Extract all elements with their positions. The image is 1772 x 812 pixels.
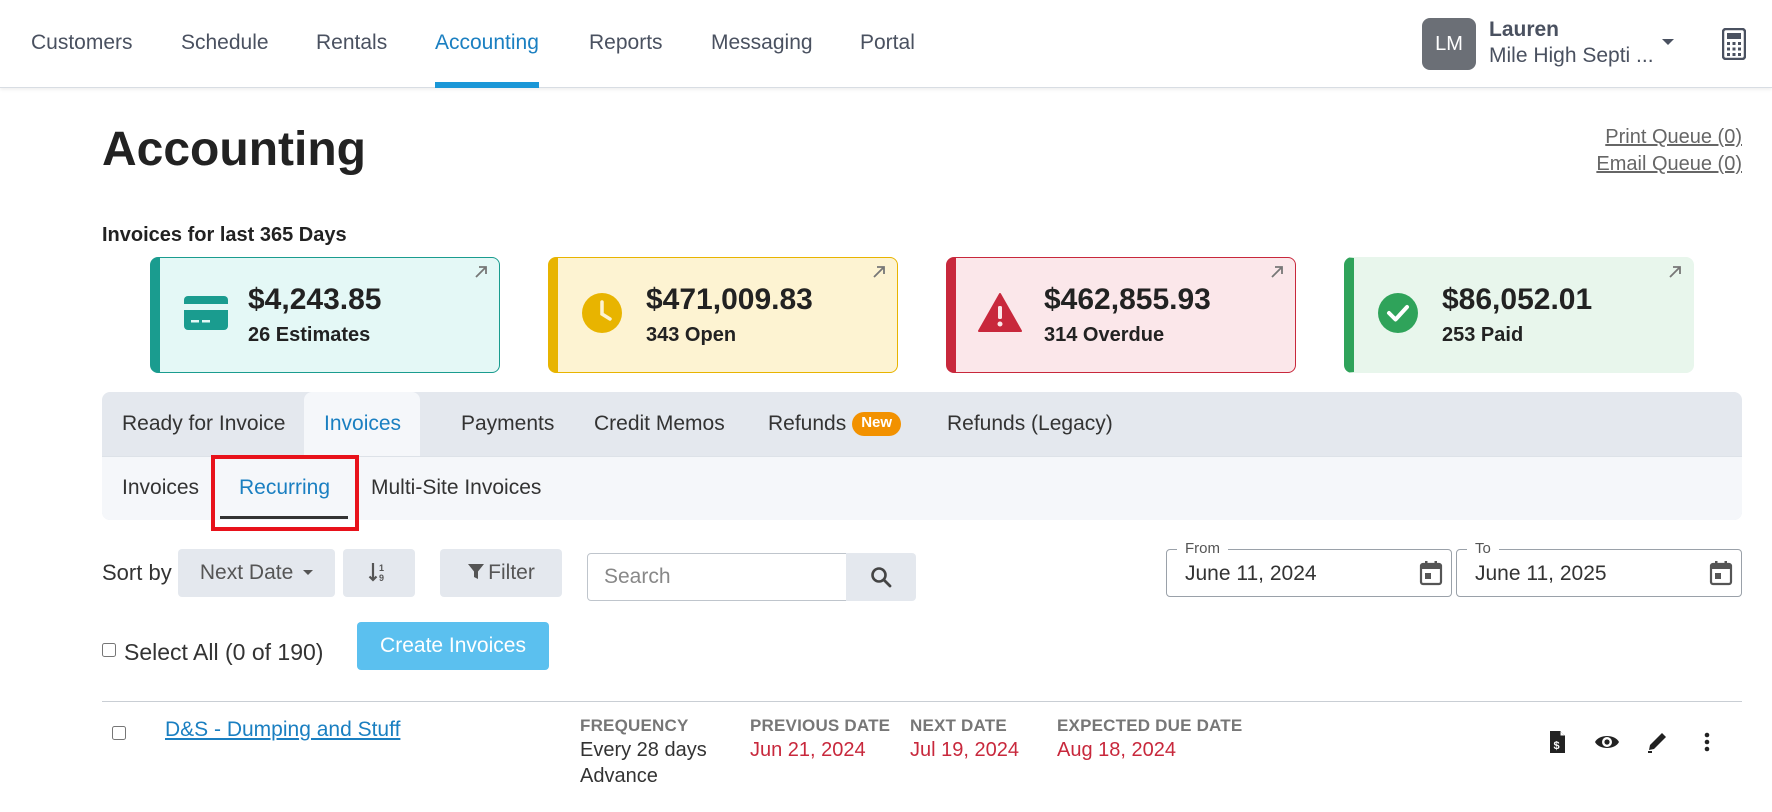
caret-down-icon [303, 570, 314, 575]
clock-icon [582, 293, 622, 333]
to-date-value: June 11, 2025 [1475, 562, 1607, 585]
print-queue-link[interactable]: Print Queue (0) [1605, 126, 1742, 149]
customer-link[interactable]: D&S - Dumping and Stuff [165, 718, 400, 742]
nav-customers[interactable]: Customers [31, 0, 133, 88]
warning-icon [978, 293, 1022, 332]
eye-icon[interactable] [1594, 730, 1620, 754]
sort-value: Next Date [199, 561, 294, 584]
from-label: From [1177, 540, 1228, 557]
frequency-mode: Advance [580, 765, 658, 787]
overdue-count: 314 Overdue [1044, 324, 1165, 346]
expand-arrow-icon[interactable] [1667, 264, 1683, 280]
expected-due-date-value: Aug 18, 2024 [1057, 739, 1176, 761]
subtab-multi-site-invoices[interactable]: Multi-Site Invoices [371, 457, 541, 520]
from-date-field[interactable]: From June 11, 2024 [1166, 540, 1452, 597]
sort-direction-button[interactable]: 1 9 [343, 549, 415, 597]
row-checkbox[interactable] [112, 726, 126, 740]
open-card[interactable]: $471,009.83 343 Open [548, 257, 898, 373]
new-badge: New [852, 412, 902, 436]
chevron-down-icon[interactable] [1662, 39, 1674, 45]
tab-invoices[interactable]: Invoices [304, 392, 420, 456]
calendar-icon[interactable] [1709, 560, 1733, 586]
to-label: To [1467, 540, 1499, 557]
paid-count: 253 Paid [1442, 324, 1524, 346]
svg-text:$: $ [1554, 740, 1560, 752]
tab-refunds-legacy[interactable]: Refunds (Legacy) [927, 392, 1133, 456]
nav-portal[interactable]: Portal [860, 0, 915, 88]
tab-ready-for-invoice[interactable]: Ready for Invoice [102, 392, 305, 456]
overdue-card[interactable]: $462,855.93 314 Overdue [946, 257, 1296, 373]
select-all-checkbox[interactable] [102, 643, 116, 657]
credit-card-icon [184, 296, 228, 330]
estimates-card[interactable]: $4,243.85 26 Estimates [150, 257, 500, 373]
expected-due-date-header: EXPECTED DUE DATE [1057, 716, 1243, 735]
estimates-amount: $4,243.85 [248, 283, 382, 316]
open-count: 343 Open [646, 324, 737, 346]
expand-arrow-icon[interactable] [871, 264, 887, 280]
nav-schedule[interactable]: Schedule [181, 0, 269, 88]
frequency-value: Every 28 days [580, 739, 707, 761]
more-vertical-icon[interactable] [1694, 730, 1720, 754]
email-queue-link[interactable]: Email Queue (0) [1596, 153, 1742, 176]
filter-label: Filter [488, 561, 535, 584]
open-amount: $471,009.83 [646, 283, 813, 316]
sort-dropdown[interactable]: Next Date [178, 549, 335, 597]
svg-text:1: 1 [379, 563, 384, 573]
search-input[interactable] [587, 553, 847, 601]
select-all[interactable]: Select All (0 of 190) [102, 639, 323, 666]
expand-arrow-icon[interactable] [1269, 264, 1285, 280]
tab-refunds[interactable]: Refunds New [748, 392, 921, 456]
from-date-value: June 11, 2024 [1185, 562, 1317, 585]
nav-reports[interactable]: Reports [589, 0, 663, 88]
tab-refunds-label: Refunds [768, 412, 847, 435]
nav-messaging[interactable]: Messaging [711, 0, 813, 88]
previous-date-header: PREVIOUS DATE [750, 716, 891, 735]
select-all-label: Select All (0 of 190) [124, 639, 324, 665]
nav-accounting[interactable]: Accounting [435, 0, 539, 88]
calculator-icon[interactable] [1722, 28, 1746, 60]
svg-text:9: 9 [379, 573, 384, 583]
divider [102, 701, 1742, 702]
search-icon [871, 567, 892, 588]
user-company[interactable]: Mile High Septi ... [1489, 44, 1654, 68]
tab-credit-memos[interactable]: Credit Memos [574, 392, 745, 456]
expand-arrow-icon[interactable] [473, 264, 489, 280]
filter-button[interactable]: Filter [440, 549, 562, 597]
pencil-icon[interactable] [1645, 730, 1671, 754]
calendar-icon[interactable] [1419, 560, 1443, 586]
tab-payments[interactable]: Payments [441, 392, 574, 456]
page-title: Accounting [102, 123, 366, 176]
create-invoices-button[interactable]: Create Invoices [357, 622, 549, 670]
sort-label: Sort by [102, 560, 172, 585]
highlight-box [211, 455, 359, 531]
to-date-field[interactable]: To June 11, 2025 [1456, 540, 1742, 597]
invoice-dollar-icon[interactable]: $ [1544, 730, 1570, 754]
check-circle-icon [1378, 293, 1418, 333]
top-nav: Customers Schedule Rentals Accounting Re… [0, 0, 1772, 88]
subtab-invoices[interactable]: Invoices [122, 457, 199, 520]
sort-order-icon: 1 9 [368, 563, 384, 583]
paid-amount: $86,052.01 [1442, 283, 1593, 316]
overdue-amount: $462,855.93 [1044, 283, 1211, 316]
frequency-header: FREQUENCY [580, 716, 689, 735]
search-button[interactable] [846, 553, 916, 601]
user-name[interactable]: Lauren [1489, 18, 1559, 42]
estimates-count: 26 Estimates [248, 324, 371, 346]
next-date-value: Jul 19, 2024 [910, 739, 1019, 761]
summary-label: Invoices for last 365 Days [102, 224, 347, 246]
paid-card[interactable]: $86,052.01 253 Paid [1344, 257, 1694, 373]
nav-rentals[interactable]: Rentals [316, 0, 387, 88]
avatar[interactable]: LM [1422, 18, 1476, 70]
previous-date-value: Jun 21, 2024 [750, 739, 866, 761]
filter-icon [468, 564, 485, 579]
next-date-header: NEXT DATE [910, 716, 1007, 735]
